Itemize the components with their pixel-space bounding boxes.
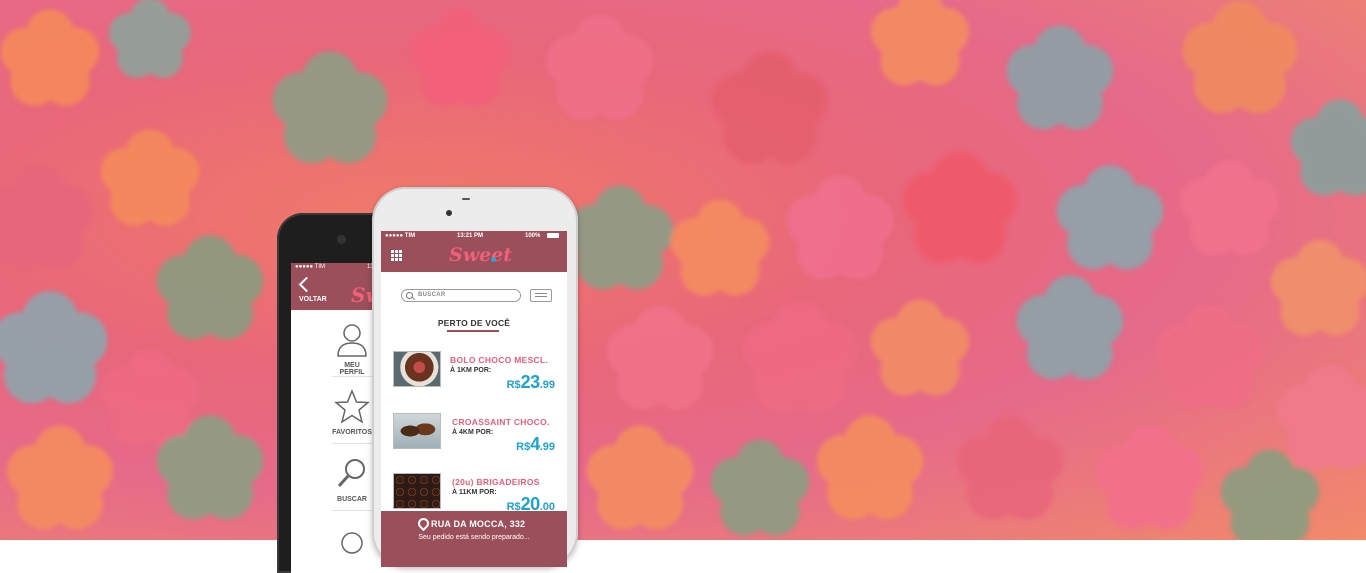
time-label: 13:21 PM [457, 233, 484, 239]
battery-label: 100% [525, 233, 541, 239]
search-input[interactable]: BUSCAR [401, 289, 521, 302]
front-camera [337, 235, 346, 244]
chevron-left-icon [298, 276, 315, 293]
order-status-bar[interactable]: RUA DA MOCCA, 332 Seu pedido está sendo … [381, 511, 567, 567]
section-underline [447, 330, 499, 332]
filter-icon [535, 293, 547, 294]
battery-icon [547, 233, 559, 238]
candy-background [0, 0, 1366, 540]
front-camera [446, 210, 452, 216]
product-price: R$23.99 [507, 372, 555, 393]
logo-dot [491, 257, 496, 262]
product-image [393, 351, 441, 387]
menu-item-label: BUSCAR [337, 496, 367, 503]
search-row: BUSCAR [381, 289, 567, 305]
delivery-address: RUA DA MOCCA, 332 [431, 519, 526, 529]
price-integer: 4 [530, 434, 540, 454]
location-pin-icon [415, 515, 432, 532]
user-icon [337, 324, 367, 357]
speaker-grille [462, 198, 470, 200]
circle-icon [341, 532, 363, 554]
back-label: VOLTAR [299, 296, 327, 303]
front-phone-screen: ●●●●● TIM 13:21 PM 100% Sweet BUSCAR PER… [381, 231, 567, 567]
product-distance: À 4KM POR: [452, 429, 494, 436]
app-logo: Sweet [449, 244, 513, 266]
product-name: (20u) BRIGADEIROS [452, 477, 540, 487]
grid-icon[interactable] [391, 250, 403, 262]
product-price: R$4.99 [516, 434, 555, 455]
product-image [393, 473, 441, 509]
price-integer: 23 [520, 372, 541, 392]
price-currency: R$ [506, 379, 521, 391]
carrier-label: ●●●●● TIM [385, 233, 416, 239]
candy-pattern [0, 0, 1366, 540]
product-image [393, 413, 441, 449]
product-name: CROASSAINT CHOCO. [452, 417, 550, 427]
star-icon [334, 389, 370, 424]
search-icon [337, 459, 365, 488]
price-decimal: .99 [539, 379, 555, 391]
product-item[interactable]: BOLO CHOCO MESCL. À 1KM POR: R$23.99 [381, 351, 567, 411]
search-icon [406, 292, 413, 299]
product-distance: À 11KM POR: [452, 489, 497, 496]
product-name: BOLO CHOCO MESCL. [450, 355, 549, 365]
price-currency: R$ [516, 441, 531, 453]
section-title: PERTO DE VOCÊ [437, 318, 511, 328]
product-distance: À 1KM POR: [450, 367, 492, 374]
menu-item-label: MEU PERFIL [339, 362, 365, 376]
filter-button[interactable] [530, 289, 552, 302]
menu-item-label: FAVORITOS [332, 429, 372, 436]
status-bar: ●●●●● TIM 13:21 PM 100% [381, 231, 567, 241]
search-placeholder: BUSCAR [418, 292, 446, 298]
front-phone-mockup: ●●●●● TIM 13:21 PM 100% Sweet BUSCAR PER… [372, 187, 578, 567]
app-header: Sweet [381, 241, 567, 272]
carrier-label: ●●●●● TIM [295, 264, 326, 270]
product-item[interactable]: CROASSAINT CHOCO. À 4KM POR: R$4.99 [381, 413, 567, 473]
price-decimal: .99 [539, 441, 555, 453]
